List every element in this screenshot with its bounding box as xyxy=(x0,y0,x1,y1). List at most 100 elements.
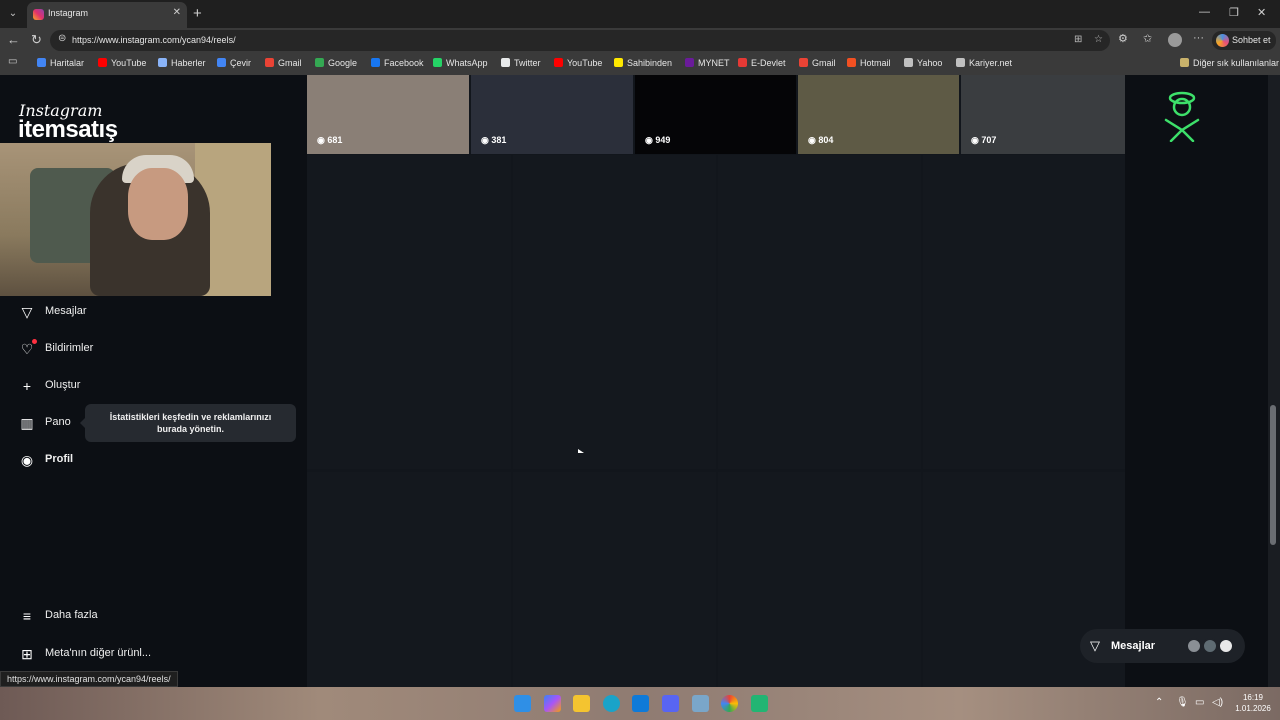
reel-placeholder[interactable] xyxy=(923,155,1125,469)
eye-icon: ◉ xyxy=(645,135,656,145)
right-column xyxy=(1125,75,1270,687)
bookmark-item[interactable]: Gmail xyxy=(265,58,302,68)
tray-expand-icon[interactable]: ⌃ xyxy=(1155,697,1163,708)
reload-icon[interactable]: ↻ xyxy=(31,32,42,48)
bookmark-label: Gmail xyxy=(812,58,836,68)
system-clock[interactable]: 16:19 1.01.2026 xyxy=(1230,692,1276,714)
bookmark-favicon-icon xyxy=(433,58,442,67)
reel-placeholder[interactable] xyxy=(718,155,921,469)
bookmark-star-icon[interactable]: ☆ xyxy=(1094,34,1103,45)
start-icon[interactable] xyxy=(514,695,531,712)
nav-dashboard-label: Pano xyxy=(45,416,71,428)
volume-icon[interactable]: ◁) xyxy=(1212,697,1223,708)
bookmark-item[interactable]: Facebook xyxy=(371,58,424,68)
microphone-icon[interactable]: 🎙 xyxy=(1176,697,1189,708)
bookmark-item[interactable]: YouTube xyxy=(554,58,602,68)
address-bar[interactable]: ⊜ https://www.instagram.com/ycan94/reels… xyxy=(50,30,1110,51)
favorites-icon[interactable]: ✩ xyxy=(1143,32,1152,45)
messages-floating-button[interactable]: ▽ Mesajlar xyxy=(1080,629,1245,663)
bookmark-favicon-icon xyxy=(614,58,623,67)
reel-placeholder[interactable] xyxy=(718,472,921,687)
bookmark-item[interactable]: YouTube xyxy=(98,58,146,68)
menu-dots-icon[interactable]: ··· xyxy=(1193,32,1204,44)
bookmark-favicon-icon xyxy=(956,58,965,67)
extensions-icon[interactable]: ⚙ xyxy=(1118,32,1128,45)
tab-search-button[interactable]: ⌄ xyxy=(4,6,22,22)
app-install-icon[interactable]: ⊞ xyxy=(1074,34,1082,45)
new-tab-button[interactable]: + xyxy=(193,5,202,22)
view-count-text: 804 xyxy=(818,135,834,145)
bookmark-item[interactable]: Hotmail xyxy=(847,58,891,68)
itemsatis-overlay-logo: itemsatış xyxy=(18,116,118,143)
send-icon: ▽ xyxy=(1090,638,1100,653)
notification-dot xyxy=(32,339,37,344)
scrollbar-thumb[interactable] xyxy=(1270,405,1276,545)
chrome-icon[interactable] xyxy=(721,695,738,712)
bookmark-item[interactable]: Yahoo xyxy=(904,58,942,68)
reel-placeholder[interactable] xyxy=(513,155,716,469)
bookmark-item[interactable]: Gmail xyxy=(799,58,836,68)
bookmark-label: Facebook xyxy=(384,58,424,68)
copilot-app-icon[interactable] xyxy=(544,695,561,712)
nav-more-label: Daha fazla xyxy=(45,609,98,621)
bookmark-favicon-icon xyxy=(685,58,694,67)
bookmark-item[interactable]: Kariyer.net xyxy=(956,58,1012,68)
page-scrollbar[interactable] xyxy=(1268,75,1280,687)
eye-icon: ◉ xyxy=(481,135,492,145)
tab-instagram[interactable]: Instagram ✕ xyxy=(27,2,187,28)
reel-thumbnail[interactable]: ◉ 681 xyxy=(307,75,469,154)
reading-mode-icon[interactable]: ▭ xyxy=(8,56,17,67)
reel-placeholder[interactable] xyxy=(307,472,511,687)
bookmark-item[interactable]: Haberler xyxy=(158,58,206,68)
bookmark-label: MYNET xyxy=(698,58,730,68)
minimize-icon[interactable]: — xyxy=(1199,6,1210,18)
profile-avatar-icon[interactable] xyxy=(1168,33,1182,47)
nav-profile-label: Profil xyxy=(45,453,74,465)
bookmark-item[interactable]: Haritalar xyxy=(37,58,84,68)
bookmark-label: Twitter xyxy=(514,58,541,68)
copilot-chat-button[interactable]: Sohbet et xyxy=(1212,31,1276,50)
back-icon[interactable]: ← xyxy=(7,32,20,47)
bookmark-item[interactable]: MYNET xyxy=(685,58,730,68)
reel-view-count: ◉ 949 xyxy=(645,135,670,146)
other-bookmarks[interactable]: Diğer sık kullanılanlar xyxy=(1180,58,1279,68)
display-icon[interactable]: ▭ xyxy=(1195,697,1204,708)
store-icon[interactable] xyxy=(632,695,649,712)
reel-thumbnail[interactable]: ◉ 804 xyxy=(798,75,959,154)
clock-time: 16:19 xyxy=(1242,693,1264,702)
nav-meta-label: Meta'nın diğer ürünl... xyxy=(45,647,152,659)
meta-products-icon: ⊞ xyxy=(21,646,33,662)
reel-thumbnail[interactable]: ◉ 381 xyxy=(471,75,633,154)
browser-toolbar: ← ↻ ⊜ https://www.instagram.com/ycan94/r… xyxy=(0,28,1280,53)
site-info-icon[interactable]: ⊜ xyxy=(58,33,66,44)
reel-view-count: ◉ 707 xyxy=(971,135,996,146)
restore-icon[interactable]: ❐ xyxy=(1229,6,1239,19)
reel-placeholder[interactable] xyxy=(307,155,511,469)
reel-thumbnail[interactable]: ◉ 707 xyxy=(961,75,1125,154)
bookmark-favicon-icon xyxy=(371,58,380,67)
reel-placeholder[interactable] xyxy=(513,472,716,687)
bookmark-item[interactable]: Çevir xyxy=(217,58,251,68)
close-tab-icon[interactable]: ✕ xyxy=(173,7,181,18)
webcam-overlay xyxy=(0,143,271,296)
file-explorer-icon[interactable] xyxy=(573,695,590,712)
bookmark-item[interactable]: WhatsApp xyxy=(433,58,488,68)
copilot-icon xyxy=(1216,34,1229,47)
app-icon[interactable] xyxy=(751,695,768,712)
bookmark-item[interactable]: E-Devlet xyxy=(738,58,786,68)
bookmark-item[interactable]: Twitter xyxy=(501,58,541,68)
network-app-icon[interactable] xyxy=(692,695,709,712)
close-window-icon[interactable]: ✕ xyxy=(1257,6,1266,19)
dashboard-tooltip: İstatistikleri keşfedin ve reklamlarınız… xyxy=(80,404,296,442)
bookmark-item[interactable]: Sahibinden xyxy=(614,58,672,68)
bookmark-item[interactable]: Google xyxy=(315,58,357,68)
bookmark-label: YouTube xyxy=(111,58,147,68)
discord-icon[interactable] xyxy=(662,695,679,712)
bookmark-favicon-icon xyxy=(37,58,46,67)
edge-icon[interactable] xyxy=(603,695,620,712)
reel-thumbnail[interactable]: ◉ 949 xyxy=(635,75,796,154)
bookmark-label: Sahibinden xyxy=(627,58,673,68)
profile-avatar-icon: ◉ xyxy=(20,452,34,468)
tab-strip: ⌄ Instagram ✕ + — ❐ ✕ xyxy=(0,0,1280,28)
view-count-text: 949 xyxy=(655,135,671,145)
